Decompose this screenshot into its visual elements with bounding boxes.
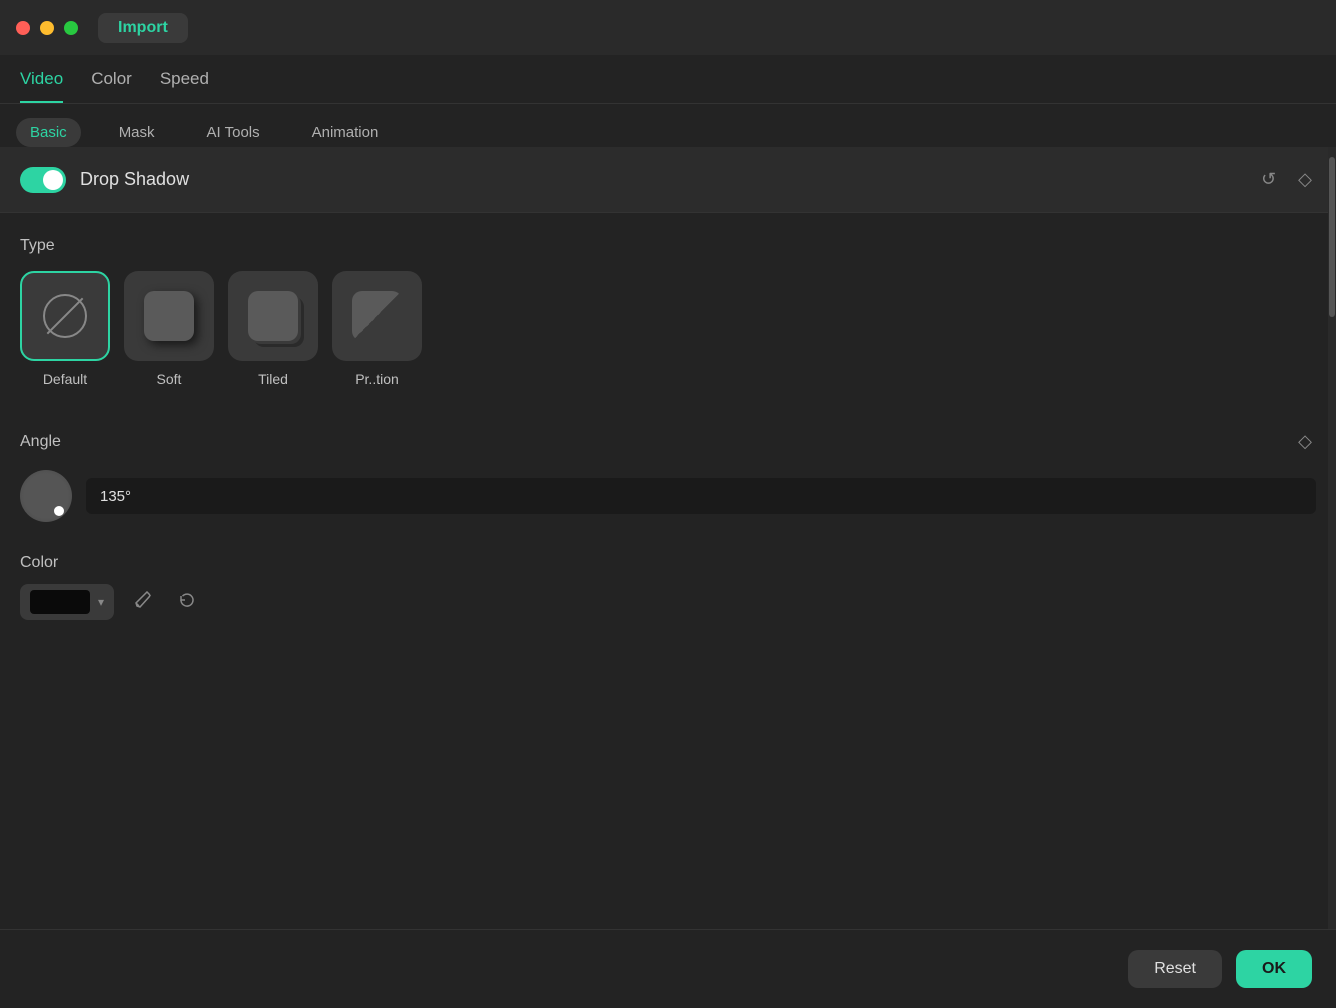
subtab-mask[interactable]: Mask	[105, 118, 169, 147]
close-button[interactable]	[16, 21, 30, 35]
type-name-soft: Soft	[157, 371, 182, 387]
reset-button[interactable]: Reset	[1128, 950, 1222, 988]
drop-shadow-toggle[interactable]	[20, 167, 66, 193]
minimize-button[interactable]	[40, 21, 54, 35]
type-options: Default Soft Tiled	[20, 271, 1316, 387]
scrollbar[interactable]	[1328, 147, 1336, 929]
tab-speed[interactable]: Speed	[160, 69, 209, 103]
subtab-basic[interactable]: Basic	[16, 118, 81, 147]
type-name-tiled: Tiled	[258, 371, 288, 387]
type-icon-soft	[124, 271, 214, 361]
eyedropper-icon	[134, 591, 152, 609]
subtab-ai-tools[interactable]: AI Tools	[193, 118, 274, 147]
main-content: Video Color Speed Basic Mask AI Tools An…	[0, 55, 1336, 1008]
type-option-soft[interactable]: Soft	[124, 271, 214, 387]
type-name-default: Default	[43, 371, 87, 387]
default-symbol	[43, 294, 87, 338]
panel: Drop Shadow ↺ ◇ Type Default	[0, 147, 1336, 929]
type-option-projection[interactable]: Pr..tion	[332, 271, 422, 387]
angle-header: Angle ◇	[20, 427, 1316, 456]
reset-icon	[178, 591, 196, 609]
diamond-icon-button[interactable]: ◇	[1294, 165, 1316, 194]
angle-slider[interactable]: 135°	[86, 478, 1316, 514]
type-icon-tiled	[228, 271, 318, 361]
angle-label: Angle	[20, 433, 61, 451]
color-row: ▾	[20, 584, 1316, 620]
sub-tabs: Basic Mask AI Tools Animation	[0, 104, 1336, 147]
ok-button[interactable]: OK	[1236, 950, 1312, 988]
type-icon-projection	[332, 271, 422, 361]
titlebar: Import	[0, 0, 1336, 55]
section-actions: ↺ ◇	[1257, 165, 1316, 194]
tiled-symbol	[248, 291, 298, 341]
angle-value: 135°	[100, 488, 131, 505]
type-section: Type Default Soft	[0, 213, 1336, 411]
top-tabs: Video Color Speed	[0, 55, 1336, 104]
reset-icon-button[interactable]: ↺	[1257, 165, 1280, 194]
drop-shadow-section: Drop Shadow ↺ ◇	[0, 147, 1336, 213]
scrollbar-thumb	[1329, 157, 1335, 317]
import-button[interactable]: Import	[98, 13, 188, 43]
angle-diamond-button[interactable]: ◇	[1294, 427, 1316, 456]
color-swatch	[30, 590, 90, 614]
toggle-wrap: Drop Shadow	[20, 167, 1257, 193]
angle-control: 135°	[20, 470, 1316, 522]
type-icon-default	[20, 271, 110, 361]
soft-symbol	[144, 291, 194, 341]
dial-indicator	[54, 506, 64, 516]
projection-symbol	[352, 291, 402, 341]
type-name-projection: Pr..tion	[355, 371, 399, 387]
angle-dial[interactable]	[20, 470, 72, 522]
color-reset-button[interactable]	[172, 585, 202, 620]
bottom-bar: Reset OK	[0, 929, 1336, 1008]
angle-section: Angle ◇ 135°	[0, 411, 1336, 538]
subtab-animation[interactable]: Animation	[298, 118, 393, 147]
color-label: Color	[20, 554, 58, 571]
maximize-button[interactable]	[64, 21, 78, 35]
tab-color[interactable]: Color	[91, 69, 132, 103]
type-label: Type	[20, 237, 1316, 255]
chevron-down-icon: ▾	[98, 595, 104, 609]
drop-shadow-label: Drop Shadow	[80, 169, 189, 190]
color-swatch-button[interactable]: ▾	[20, 584, 114, 620]
type-option-default[interactable]: Default	[20, 271, 110, 387]
eyedropper-button[interactable]	[128, 585, 158, 620]
tab-video[interactable]: Video	[20, 69, 63, 103]
type-option-tiled[interactable]: Tiled	[228, 271, 318, 387]
color-section: Color ▾	[0, 538, 1336, 636]
